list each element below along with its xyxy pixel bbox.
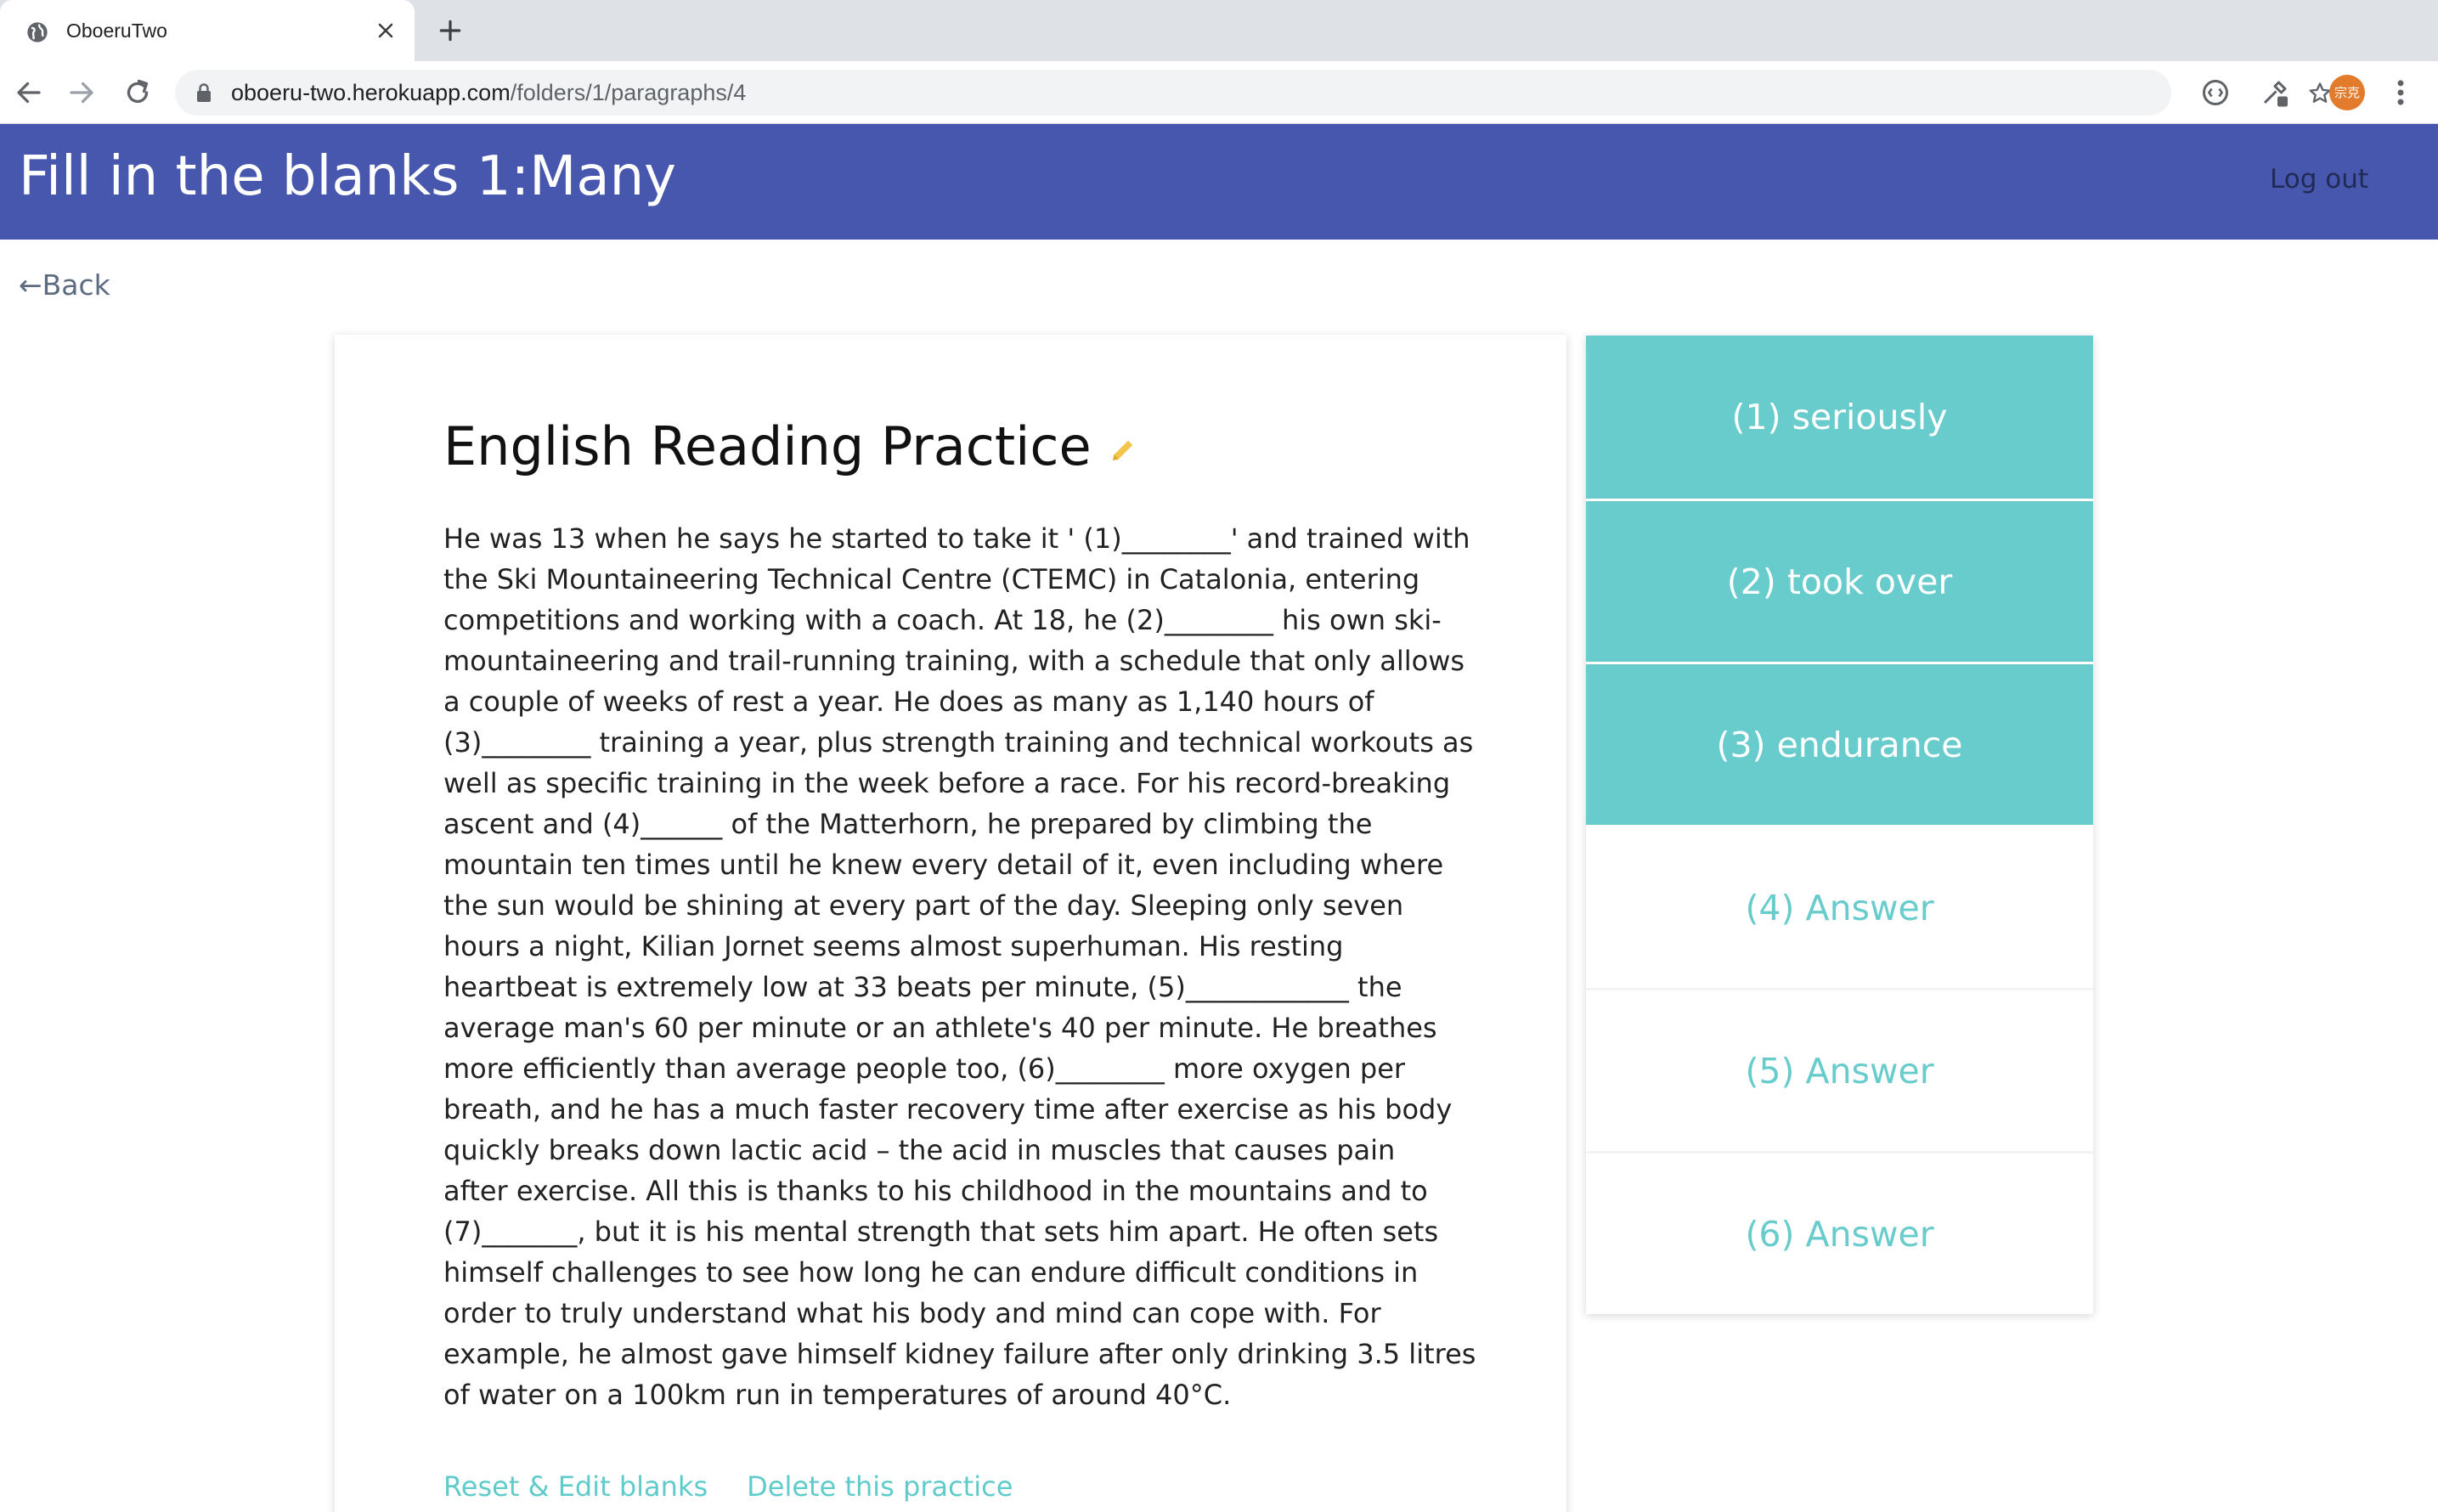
globe-icon	[27, 22, 48, 42]
answer-4-button[interactable]: (4) Answer	[1586, 825, 2093, 988]
browser-toolbar: oboeru-two.herokuapp.com/folders/1/parag…	[0, 61, 2438, 124]
passage-line: order to truly understand what his body …	[443, 1297, 1381, 1329]
card-title-row: English Reading Practice	[443, 413, 1138, 481]
passage-line: He was 13 when he says he started to tak…	[443, 522, 1470, 555]
passage-line: more efficiently than average people too…	[443, 1052, 1406, 1085]
plus-icon[interactable]	[437, 17, 464, 44]
passage-line: the Ski Mountaineering Technical Centre …	[443, 563, 1420, 595]
passage-line: after exercise. All this is thanks to hi…	[443, 1175, 1428, 1207]
reload-icon[interactable]	[122, 77, 153, 108]
practice-card: English Reading Practice He was 13 when …	[335, 335, 1566, 1512]
passage-line: well as specific training in the week be…	[443, 767, 1451, 799]
card-title: English Reading Practice	[443, 415, 1092, 477]
back-link[interactable]: ←Back	[19, 268, 110, 303]
passage-text: He was 13 when he says he started to tak…	[443, 518, 1476, 1415]
passage-line: quickly breaks down lactic acid – the ac…	[443, 1134, 1396, 1166]
logout-link[interactable]: Log out	[2270, 158, 2368, 200]
url-text: oboeru-two.herokuapp.com/folders/1/parag…	[231, 79, 746, 106]
passage-line: (7)_______, but it is his mental strengt…	[443, 1216, 1439, 1248]
close-icon[interactable]	[374, 19, 398, 42]
answers-panel: (1) seriously (2) took over (3) enduranc…	[1586, 336, 2093, 1314]
passage-line: breath, and he has a much faster recover…	[443, 1093, 1453, 1126]
lock-icon	[197, 83, 211, 102]
extension-icon[interactable]	[2200, 77, 2231, 108]
passage-line: a couple of weeks of rest a year. He doe…	[443, 685, 1374, 718]
url-path: /folders/1/paragraphs/4	[510, 80, 747, 105]
page-title: Fill in the blanks 1:Many	[19, 145, 676, 208]
answer-2-button[interactable]: (2) took over	[1586, 499, 2093, 662]
passage-line: hours a night, Kilian Jornet seems almos…	[443, 930, 1344, 962]
pencil-icon[interactable]	[1108, 435, 1138, 465]
reset-edit-blanks-link[interactable]: Reset & Edit blanks	[443, 1470, 708, 1504]
passage-line: mountain ten times until he knew every d…	[443, 849, 1444, 881]
tab-title: OboeruTwo	[66, 20, 167, 42]
passage-line: ascent and (4)______ of the Matterhorn, …	[443, 808, 1373, 840]
browser-tab[interactable]: OboeruTwo	[0, 0, 415, 61]
passage-line: example, he almost gave himself kidney f…	[443, 1338, 1476, 1370]
passage-line: himself challenges to see how long he ca…	[443, 1256, 1419, 1289]
passage-line: heartbeat is extremely low at 33 beats p…	[443, 971, 1402, 1003]
passage-line: average man's 60 per minute or an athlet…	[443, 1012, 1437, 1044]
passage-line: (3)________ training a year, plus streng…	[443, 726, 1474, 759]
passage-line: mountaineering and trail-running trainin…	[443, 645, 1465, 677]
browser-tab-strip: OboeruTwo	[0, 0, 2438, 61]
url-host: oboeru-two.herokuapp.com	[231, 80, 511, 105]
passage-line: of water on a 100km run in temperatures …	[443, 1379, 1232, 1411]
answer-1-button[interactable]: (1) seriously	[1586, 336, 2093, 499]
address-bar[interactable]: oboeru-two.herokuapp.com/folders/1/parag…	[175, 70, 2331, 116]
avatar[interactable]: 宗克	[2329, 75, 2365, 110]
answer-3-button[interactable]: (3) endurance	[1586, 662, 2093, 825]
passage-line: competitions and working with a coach. A…	[443, 604, 1442, 636]
answer-5-button[interactable]: (5) Answer	[1586, 988, 2093, 1151]
app-header: Fill in the blanks 1:Many Log out	[0, 124, 2438, 240]
back-arrow-icon[interactable]	[14, 77, 44, 108]
card-actions: Reset & Edit blanks Delete this practice	[443, 1470, 1013, 1504]
delete-practice-link[interactable]: Delete this practice	[747, 1470, 1013, 1504]
passage-line: the sun would be shining at every part o…	[443, 889, 1404, 922]
eyedropper-icon[interactable]	[2260, 77, 2290, 108]
menu-icon[interactable]	[2389, 76, 2413, 109]
answer-6-button[interactable]: (6) Answer	[1586, 1151, 2093, 1314]
forward-arrow-icon[interactable]	[66, 77, 97, 108]
